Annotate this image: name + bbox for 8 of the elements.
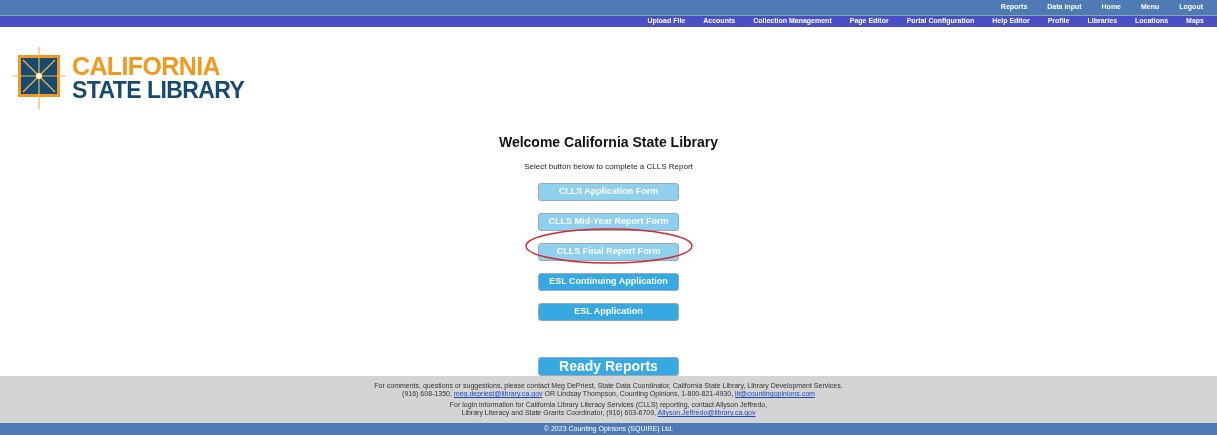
logo-title: CALIFORNIA <box>72 54 221 80</box>
logo-subtitle: STATE LIBRARY <box>72 79 245 103</box>
ready-reports-button[interactable]: Ready Reports <box>538 356 679 376</box>
welcome-heading: Welcome California State Library <box>498 132 719 152</box>
form-button[interactable]: ESL Continuing Application <box>538 272 679 291</box>
instruction-text: Select button below to complete a CLLS Report <box>524 160 693 173</box>
form-button[interactable]: ESL Application <box>538 302 679 321</box>
star-logo-icon <box>12 47 66 110</box>
